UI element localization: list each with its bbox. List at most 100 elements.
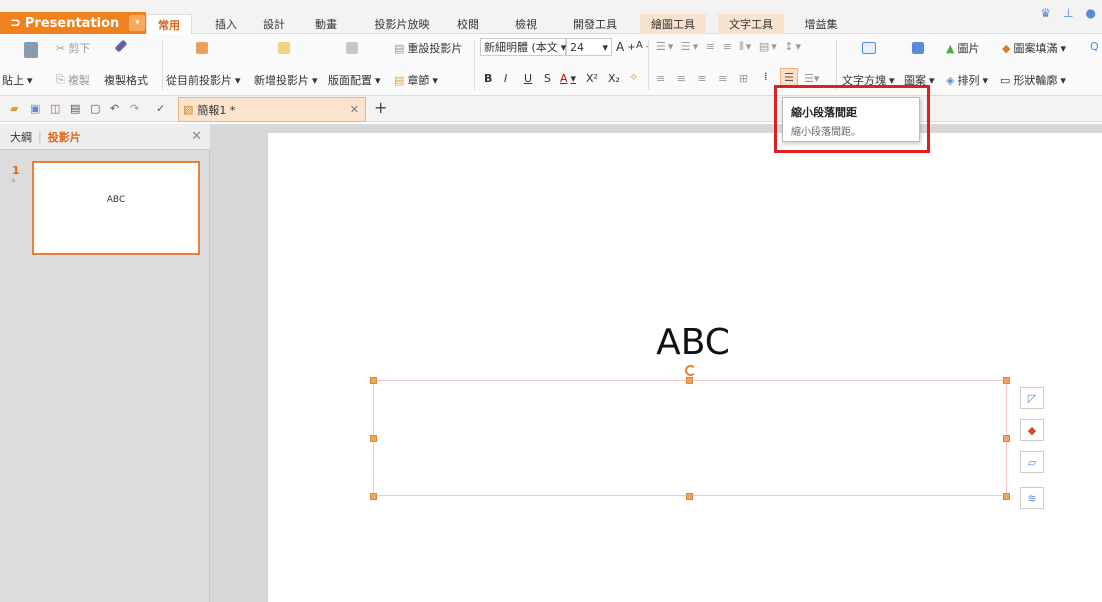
tab-animation[interactable]: 動畫: [306, 14, 346, 34]
preview-icon[interactable]: ▢: [90, 102, 100, 115]
copy-button[interactable]: ⎘ 複製: [56, 72, 90, 88]
app-logo-icon: ⊃: [10, 15, 21, 31]
rotate-handle-icon[interactable]: [685, 365, 696, 376]
format-painter-button[interactable]: 複製格式: [104, 72, 148, 88]
help-icon[interactable]: ●: [1086, 6, 1096, 22]
layout-label: 版面配置: [328, 74, 372, 87]
cut-button[interactable]: ✂ 剪下: [56, 40, 90, 56]
tab-text-tools[interactable]: 文字工具: [718, 14, 784, 34]
close-icon[interactable]: ✕: [350, 103, 359, 116]
clear-format-icon[interactable]: ⟡: [630, 70, 637, 84]
layers-icon[interactable]: ≋: [1020, 487, 1044, 509]
reset-slide-button[interactable]: ▤ 重設投影片: [394, 40, 462, 56]
resize-handle-bottom-right[interactable]: [1003, 493, 1010, 500]
print-icon[interactable]: ▤: [70, 102, 80, 115]
decrease-paragraph-spacing-button[interactable]: ☰: [780, 68, 798, 86]
paste-button[interactable]: 貼上 ▾: [2, 72, 33, 88]
from-current-slide-icon[interactable]: [196, 42, 208, 54]
from-current-slide-button[interactable]: 從目前投影片 ▾: [166, 72, 241, 88]
text-box-icon[interactable]: [862, 42, 876, 54]
slide-thumbnail[interactable]: ABC: [32, 161, 200, 255]
slide-number: 1: [12, 164, 20, 177]
from-current-label: 從目前投影片: [166, 74, 232, 87]
edit-shape-icon[interactable]: ◸: [1020, 387, 1044, 409]
paste-label: 貼上: [2, 74, 24, 87]
chevron-down-icon: ▾: [312, 73, 318, 87]
arrange-icon: ◈: [946, 73, 955, 87]
outline-button[interactable]: ▭ 形狀輪廓 ▾: [1000, 72, 1066, 88]
selected-text-box[interactable]: [373, 380, 1007, 496]
tab-home[interactable]: 常用: [146, 14, 192, 34]
strike-button[interactable]: S: [544, 72, 551, 85]
new-slide-button[interactable]: 新增投影片 ▾: [254, 72, 318, 88]
document-tab[interactable]: ▧ 簡報1 * ✕: [178, 97, 366, 122]
tab-developer[interactable]: 開發工具: [562, 14, 628, 34]
italic-button[interactable]: I: [504, 72, 507, 85]
font-size-select[interactable]: 24 ▾: [566, 38, 612, 56]
resize-handle-right[interactable]: [1003, 435, 1010, 442]
tab-outline[interactable]: 大綱: [10, 129, 32, 145]
section-button[interactable]: ▤ 章節 ▾: [394, 72, 438, 88]
layout-icon[interactable]: [346, 42, 358, 54]
shape-icon[interactable]: [912, 42, 924, 54]
tab-divider: |: [38, 130, 42, 143]
fill-button[interactable]: ◆ 圖案填滿 ▾: [1002, 40, 1066, 56]
chevron-down-icon: ▾: [1060, 73, 1066, 87]
new-slide-icon[interactable]: [278, 42, 290, 54]
chevron-down-icon: ▾: [570, 72, 577, 85]
tab-insert[interactable]: 插入: [206, 14, 246, 34]
outline-color-icon[interactable]: ▱: [1020, 451, 1044, 473]
divider: [836, 40, 837, 90]
search-icon[interactable]: Q: [1090, 40, 1099, 53]
redo-icon[interactable]: ↷: [130, 102, 139, 115]
resize-handle-top[interactable]: [686, 377, 693, 384]
superscript-button[interactable]: X²: [586, 72, 598, 85]
thumbnail-text: ABC: [106, 195, 126, 205]
export-icon[interactable]: ◫: [50, 102, 60, 115]
tab-view[interactable]: 檢視: [506, 14, 546, 34]
customize-icon[interactable]: ✓: [156, 102, 165, 115]
tab-drawing-tools[interactable]: 繪圖工具: [640, 14, 706, 34]
tab-slides[interactable]: 投影片: [48, 129, 81, 145]
new-tab-button[interactable]: +: [374, 98, 387, 117]
bold-button[interactable]: B: [484, 72, 492, 85]
subscript-button[interactable]: X₂: [608, 72, 620, 85]
format-painter-icon[interactable]: [114, 39, 128, 53]
ribbon: 貼上 ▾ ✂ 剪下 ⎘ 複製 複製格式 從目前投影片 ▾ 新增投影片 ▾ 版面配置 ▾ ▤ 重…: [0, 34, 1102, 96]
skin-icon[interactable]: ♛: [1040, 6, 1051, 22]
tab-slideshow[interactable]: 投影片放映: [366, 14, 438, 34]
underline-button[interactable]: U: [524, 72, 532, 85]
more-spacing-button[interactable]: ☰▾: [804, 72, 819, 85]
font-color-button[interactable]: A ▾: [560, 72, 576, 85]
line-spacing-icon[interactable]: ⁞: [764, 70, 768, 83]
tab-design[interactable]: 設計: [254, 14, 294, 34]
tab-addins[interactable]: 增益集: [796, 14, 846, 34]
list-buttons[interactable]: ☰▾ ☰▾ ≡ ≡ ⫴▾ ▤▾ ↕▾: [656, 40, 803, 54]
layout-button[interactable]: 版面配置 ▾: [328, 72, 381, 88]
resize-handle-top-left[interactable]: [370, 377, 377, 384]
chevron-down-icon[interactable]: ▾: [129, 15, 146, 31]
save-icon[interactable]: ▣: [30, 102, 40, 115]
grow-font-button[interactable]: A +: [616, 40, 636, 54]
shrink-font-button[interactable]: A-: [636, 40, 649, 51]
resize-handle-bottom[interactable]: [686, 493, 693, 500]
minimize-ribbon-icon[interactable]: ⊥: [1063, 6, 1073, 22]
picture-button[interactable]: ▲ 圖片: [946, 40, 979, 56]
section-label: 章節: [407, 74, 430, 87]
undo-icon[interactable]: ↶: [110, 102, 119, 115]
paste-icon[interactable]: [24, 42, 38, 58]
resize-handle-left[interactable]: [370, 435, 377, 442]
slide-title[interactable]: ABC: [628, 318, 758, 368]
resize-handle-bottom-left[interactable]: [370, 493, 377, 500]
resize-handle-top-right[interactable]: [1003, 377, 1010, 384]
open-icon[interactable]: ▰: [10, 102, 18, 115]
app-menu-button[interactable]: ⊃ Presentation ▾: [0, 12, 146, 34]
fill-color-icon[interactable]: ◆: [1020, 419, 1044, 441]
chevron-down-icon: ▾: [982, 73, 988, 87]
font-name-select[interactable]: 新細明體 (本文 ▾: [480, 38, 566, 56]
tab-review[interactable]: 校閱: [450, 14, 486, 34]
chevron-down-icon: ▾: [27, 73, 33, 87]
arrange-button[interactable]: ◈ 排列 ▾: [946, 72, 988, 88]
align-buttons[interactable]: ≡ ≡ ≡ ≡ ⊞: [656, 72, 752, 85]
close-icon[interactable]: ✕: [191, 129, 202, 144]
